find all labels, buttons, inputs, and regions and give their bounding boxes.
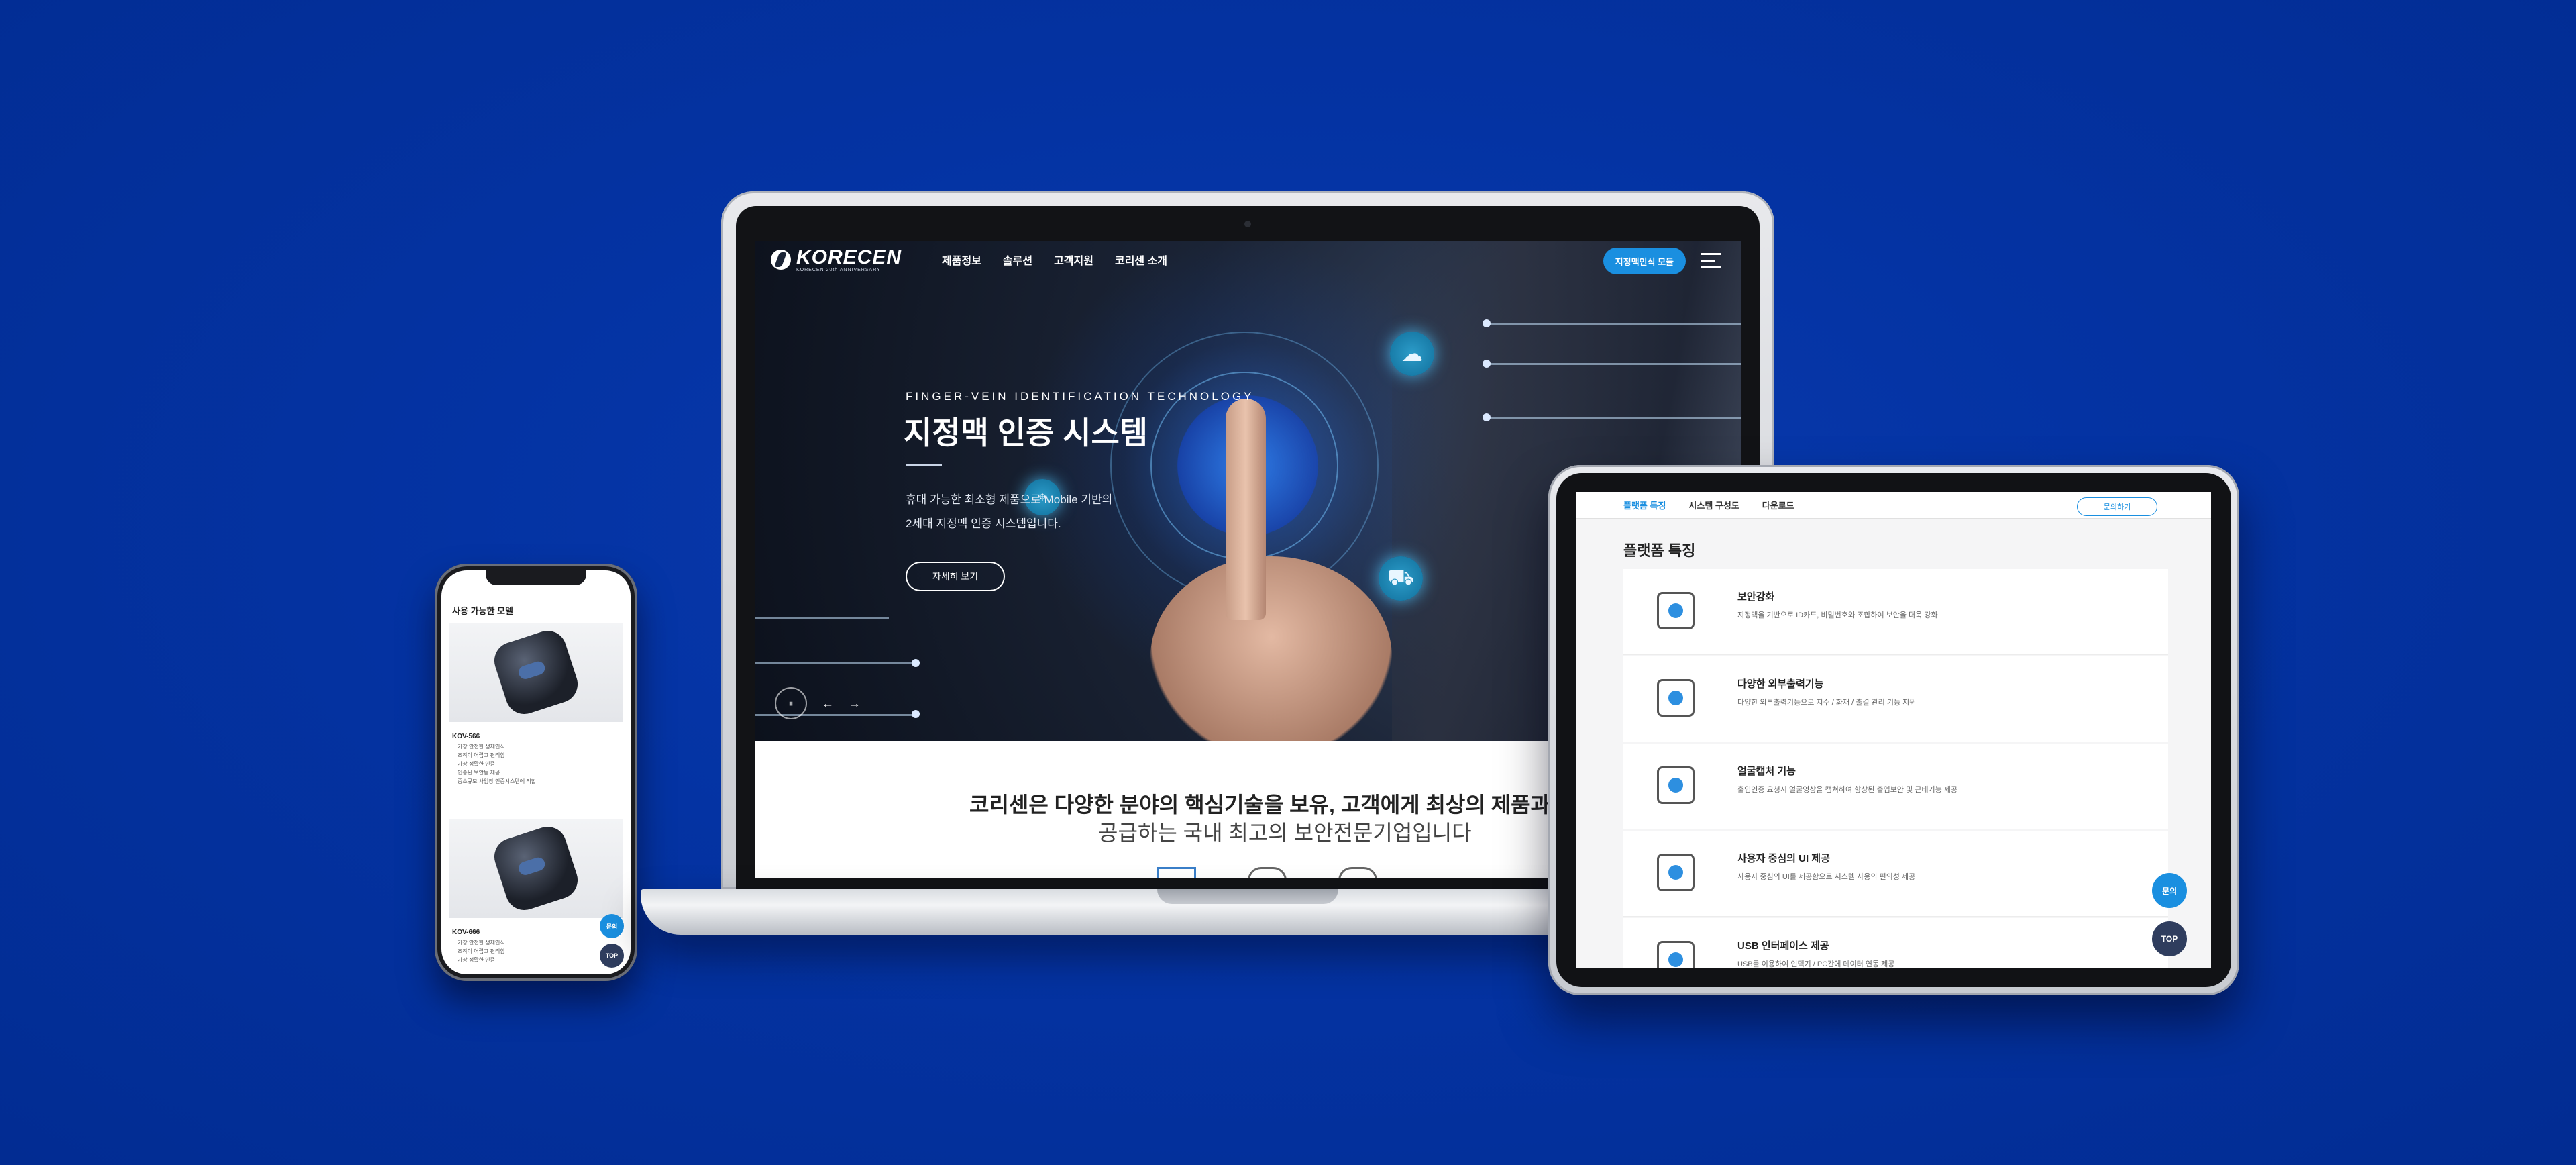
finger-vein-device-image: [489, 821, 583, 915]
feature-item: 가장 안전한 생체인식: [458, 940, 505, 946]
tab-system-diagram[interactable]: 시스템 구성도: [1688, 499, 1739, 511]
hero-description: 휴대 가능한 최소형 제품으로 Mobile 기반의 2세대 지정맥 인증 시스…: [906, 488, 1112, 536]
top-fab-button[interactable]: TOP: [600, 944, 624, 968]
tab-bar: 플랫폼 특징 시스템 구성도 다운로드 문의하기: [1576, 492, 2211, 519]
circuit-line: [1486, 417, 1741, 419]
feature-row: 사용자 중심의 UI 제공 사용자 중심의 UI를 제공함으로 시스템 사용의 …: [1623, 831, 2168, 917]
shield-icon: [1248, 867, 1287, 878]
tablet-bezel: 플랫폼 특징 시스템 구성도 다운로드 문의하기 플랫폼 특징 보안강화 지정맥…: [1556, 473, 2231, 987]
feature-title: 보안강화: [1737, 591, 1775, 603]
category-icon: [1157, 867, 1196, 878]
finger-vein-device-image: [489, 625, 583, 719]
laptop-notch: [1157, 889, 1338, 904]
circuit-dot: [1483, 360, 1491, 368]
feature-row: 보안강화 지정맥을 기반으로 ID카드, 비밀번호와 조합하여 보안을 더욱 강…: [1623, 569, 2168, 655]
feature-title: 다양한 외부출력기능: [1737, 678, 1824, 690]
device-icon: [1338, 867, 1377, 878]
feature-desc: 출입인증 요청시 얼굴영상을 캡쳐하여 향상된 출입보안 및 근태기능 제공: [1737, 786, 1958, 794]
webcam-icon: [1244, 221, 1251, 227]
logo-subtext: KORECEN 20th ANNIVERSARY: [796, 267, 881, 272]
product-image-card[interactable]: [449, 623, 623, 722]
pause-icon[interactable]: ⏸: [775, 687, 807, 719]
korecen-logo[interactable]: KORECEN KORECEN 20th ANNIVERSARY: [771, 246, 902, 272]
phone-heading: 사용 가능한 모델: [452, 606, 513, 616]
monitor-icon: [1657, 679, 1695, 717]
logo-text: KORECEN: [796, 246, 902, 268]
feature-row: USB 인터페이스 제공 USB를 이용하여 인덱기 / PC간에 데이터 연동…: [1623, 918, 2168, 968]
product-image-card[interactable]: [449, 819, 623, 918]
nav-item-products[interactable]: 제품정보: [942, 252, 981, 268]
feature-desc: 지정맥을 기반으로 ID카드, 비밀번호와 조합하여 보안을 더욱 강화: [1737, 611, 1938, 619]
tab-platform-features[interactable]: 플랫폼 특징: [1623, 499, 1666, 511]
phone-notch: [486, 570, 586, 585]
model-feature-list: 가장 안전한 생체인식 조작이 어렵고 편리함 가장 정확한 인증: [458, 938, 505, 964]
feature-item: 조작이 어렵고 편리함: [458, 948, 505, 954]
hero-desc-line: 2세대 지정맥 인증 시스템입니다.: [906, 517, 1061, 530]
circuit-line: [1486, 323, 1741, 325]
feature-item: 중소규모 사업장 인증시스템에 적합: [458, 778, 537, 784]
feature-item: 조작이 어렵고 편리함: [458, 752, 505, 758]
feature-desc: 다양한 외부출력기능으로 지수 / 화재 / 출결 관리 기능 지원: [1737, 699, 1917, 707]
hero-title: 지정맥 인증 시스템: [904, 415, 1148, 450]
tablet-mockup: 플랫폼 특징 시스템 구성도 다운로드 문의하기 플랫폼 특징 보안강화 지정맥…: [1548, 465, 2239, 995]
section-title: 플랫폼 특징: [1623, 542, 1696, 559]
intro-subline: 공급하는 국내 최고의 보안전문기업입니다: [1098, 821, 1472, 845]
finger-vein-module-button[interactable]: 지정맥인식 모듈: [1603, 248, 1686, 274]
next-arrow-icon[interactable]: →: [849, 697, 861, 711]
hero-desc-line: 휴대 가능한 최소형 제품으로 Mobile 기반의: [906, 493, 1113, 506]
face-capture-icon: [1657, 766, 1695, 804]
hero-eyebrow: FINGER-VEIN IDENTIFICATION TECHNOLOGY: [906, 390, 1254, 403]
circuit-dot: [1483, 319, 1491, 327]
circuit-line: [755, 662, 916, 664]
car-icon: ⛟: [1379, 556, 1423, 601]
finger-image: [1226, 399, 1266, 620]
nav-item-solutions[interactable]: 솔루션: [1003, 252, 1032, 268]
nav-item-about[interactable]: 코리센 소개: [1115, 252, 1167, 268]
cloud-icon: ☁: [1390, 332, 1434, 376]
prev-arrow-icon[interactable]: ←: [822, 697, 834, 711]
hamburger-menu-icon[interactable]: [1701, 253, 1721, 268]
inquiry-fab-button[interactable]: 문의: [2152, 873, 2187, 908]
inquiry-fab-button[interactable]: 문의: [600, 914, 624, 938]
phone-mockup: 사용 가능한 모델 KOV-566 가장 안전한 생체인식 조작이 어렵고 편리…: [435, 564, 637, 981]
slider-controls: ⏸ ← →: [775, 687, 861, 719]
feature-title: 사용자 중심의 UI 제공: [1737, 853, 1830, 864]
top-nav: KORECEN KORECEN 20th ANNIVERSARY 제품정보 솔루…: [755, 241, 1741, 278]
intro-headline: 코리센은 다양한 분야의 핵심기술을 보유, 고객에게 최상의 제품과 솔루션을: [969, 793, 1635, 817]
phone-screen: 사용 가능한 모델 KOV-566 가장 안전한 생체인식 조작이 어렵고 편리…: [441, 570, 631, 974]
model-name: KOV-666: [452, 929, 480, 936]
view-more-button[interactable]: 자세히 보기: [906, 562, 1005, 591]
circuit-line: [755, 617, 889, 619]
feature-item: 가장 안전한 생체인식: [458, 744, 505, 750]
feature-row: 다양한 외부출력기능 다양한 외부출력기능으로 지수 / 화재 / 출결 관리 …: [1623, 656, 2168, 742]
user-ui-icon: [1657, 854, 1695, 891]
feature-desc: USB를 이용하여 인덱기 / PC간에 데이터 연동 제공: [1737, 960, 1895, 968]
tab-download[interactable]: 다운로드: [1762, 499, 1794, 511]
usb-icon: [1657, 941, 1695, 968]
tablet-screen: 플랫폼 특징 시스템 구성도 다운로드 문의하기 플랫폼 특징 보안강화 지정맥…: [1576, 492, 2211, 968]
nav-menu: 제품정보 솔루션 고객지원 코리센 소개: [942, 252, 1167, 268]
feature-item: 가장 정확한 인증: [458, 761, 495, 767]
circuit-line: [1486, 363, 1741, 365]
inquiry-button[interactable]: 문의하기: [2077, 497, 2157, 516]
nav-item-support[interactable]: 고객지원: [1054, 252, 1093, 268]
logo-mark-icon: [771, 250, 791, 270]
hero-divider: [906, 464, 942, 466]
feature-desc: 사용자 중심의 UI를 제공함으로 시스템 사용의 편의성 제공: [1737, 873, 1916, 881]
model-name: KOV-566: [452, 733, 480, 740]
feature-title: USB 인터페이스 제공: [1737, 940, 1829, 952]
feature-item: 인증된 보안등 제공: [458, 770, 500, 776]
feature-item: 가장 정확한 인증: [458, 957, 495, 963]
circuit-dot: [1483, 413, 1491, 421]
touch-icon: [1657, 592, 1695, 629]
top-fab-button[interactable]: TOP: [2152, 921, 2187, 956]
model-feature-list: 가장 안전한 생체인식 조작이 어렵고 편리함 가장 정확한 인증 인증된 보안…: [458, 742, 536, 786]
feature-title: 얼굴캡처 기능: [1737, 766, 1796, 777]
circuit-dot: [912, 659, 920, 667]
circuit-dot: [912, 710, 920, 718]
feature-row: 얼굴캡처 기능 출입인증 요청시 얼굴영상을 캡쳐하여 향상된 출입보안 및 근…: [1623, 744, 2168, 829]
hand-image: [1150, 556, 1392, 741]
